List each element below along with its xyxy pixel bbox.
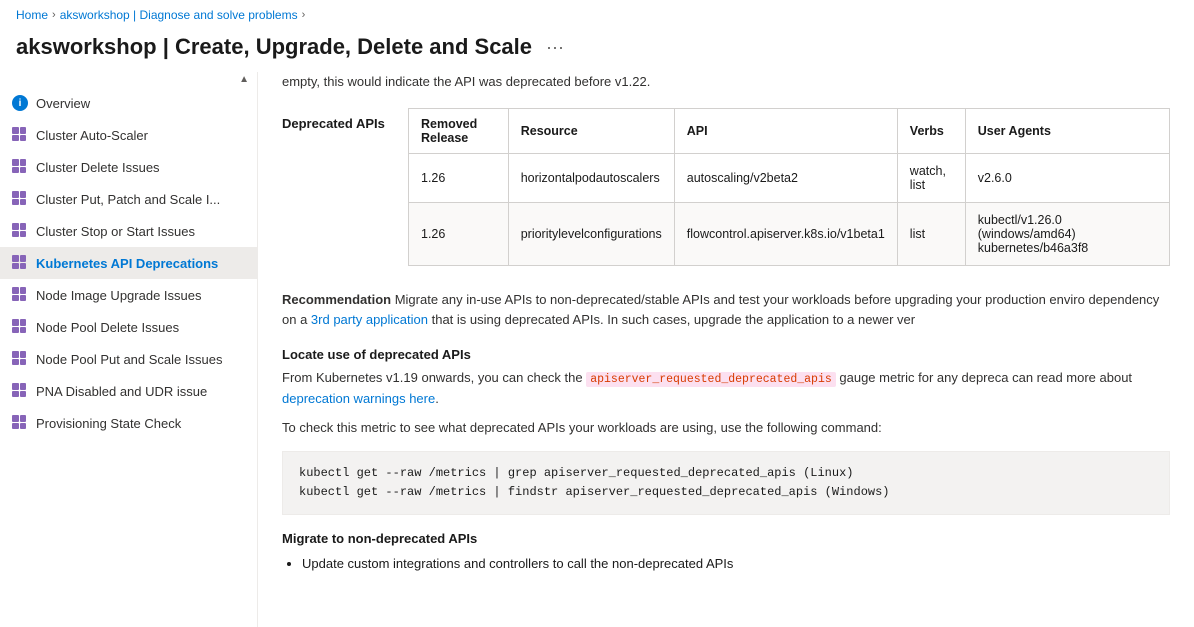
grid-icon-5: [12, 255, 28, 271]
scroll-indicator: ▲: [0, 72, 257, 87]
deprecated-apis-table: Removed Release Resource API Verbs User …: [408, 108, 1170, 266]
content-area: empty, this would indicate the API was d…: [258, 72, 1194, 627]
table-header-removed-release: Removed Release: [409, 108, 509, 153]
grid-icon-7: [12, 319, 28, 335]
sidebar-item-cluster-stop-start[interactable]: Cluster Stop or Start Issues: [0, 215, 257, 247]
sidebar-item-cluster-delete-issues[interactable]: Cluster Delete Issues: [0, 151, 257, 183]
table-header-user-agents: User Agents: [965, 108, 1169, 153]
migrate-bullet-list: Update custom integrations and controlle…: [302, 554, 1170, 575]
table-header-api: API: [674, 108, 897, 153]
intro-text: empty, this would indicate the API was d…: [282, 72, 1170, 92]
deprecated-apis-label: Deprecated APIs: [282, 108, 392, 266]
table-cell: autoscaling/v2beta2: [674, 153, 897, 202]
third-party-link[interactable]: 3rd party application: [311, 312, 428, 327]
grid-icon-2: [12, 159, 28, 175]
breadcrumb-home[interactable]: Home: [16, 8, 48, 22]
locate-text-1: From Kubernetes v1.19 onwards, you can c…: [282, 370, 586, 385]
grid-icon-8: [12, 351, 28, 367]
grid-icon-1: [12, 127, 28, 143]
sidebar-item-node-pool-delete[interactable]: Node Pool Delete Issues: [0, 311, 257, 343]
migrate-bullet-1: Update custom integrations and controlle…: [302, 554, 1170, 575]
sidebar-item-label: Cluster Put, Patch and Scale I...: [36, 192, 220, 207]
deprecation-warnings-link[interactable]: deprecation warnings here: [282, 391, 435, 406]
table-cell: watch, list: [897, 153, 965, 202]
grid-icon-3: [12, 191, 28, 207]
grid-icon-9: [12, 383, 28, 399]
scroll-up-button[interactable]: ▲: [239, 74, 249, 85]
sidebar-item-label: PNA Disabled and UDR issue: [36, 384, 207, 399]
sidebar-item-cluster-put-patch[interactable]: Cluster Put, Patch and Scale I...: [0, 183, 257, 215]
main-layout: ▲ i Overview Cluster Auto-Scaler Cluster…: [0, 72, 1194, 627]
sidebar-item-label: Provisioning State Check: [36, 416, 181, 431]
grid-icon-6: [12, 287, 28, 303]
code-line-2: kubectl get --raw /metrics | findstr api…: [299, 483, 1153, 502]
table-cell: v2.6.0: [965, 153, 1169, 202]
sidebar-item-label: Cluster Auto-Scaler: [36, 128, 148, 143]
breadcrumb: Home › aksworkshop | Diagnose and solve …: [0, 0, 1194, 30]
grid-icon-4: [12, 223, 28, 239]
deprecated-apis-section: Deprecated APIs Removed Release Resource…: [282, 108, 1170, 266]
breadcrumb-parent[interactable]: aksworkshop | Diagnose and solve problem…: [60, 8, 298, 22]
sidebar-item-overview[interactable]: i Overview: [0, 87, 257, 119]
locate-heading: Locate use of deprecated APIs: [282, 347, 1170, 362]
page-title: aksworkshop | Create, Upgrade, Delete an…: [16, 34, 532, 60]
sidebar-item-node-image[interactable]: Node Image Upgrade Issues: [0, 279, 257, 311]
locate-inline-code: apiserver_requested_deprecated_apis: [586, 372, 836, 387]
sidebar-item-label: Node Image Upgrade Issues: [36, 288, 201, 303]
sidebar-item-provisioning-state[interactable]: Provisioning State Check: [0, 407, 257, 439]
migrate-heading: Migrate to non-deprecated APIs: [282, 531, 1170, 546]
code-block: kubectl get --raw /metrics | grep apiser…: [282, 451, 1170, 515]
table-row: 1.26prioritylevelconfigurationsflowcontr…: [409, 202, 1170, 265]
grid-icon-10: [12, 415, 28, 431]
table-cell: list: [897, 202, 965, 265]
sidebar-item-node-pool-put-scale[interactable]: Node Pool Put and Scale Issues: [0, 343, 257, 375]
breadcrumb-chevron-1: ›: [52, 9, 56, 21]
table-header-resource: Resource: [508, 108, 674, 153]
recommendation-label: Recommendation: [282, 292, 391, 307]
table-cell: flowcontrol.apiserver.k8s.io/v1beta1: [674, 202, 897, 265]
sidebar-item-label: Cluster Delete Issues: [36, 160, 160, 175]
info-icon: i: [12, 95, 28, 111]
table-cell: 1.26: [409, 153, 509, 202]
table-row: 1.26horizontalpodautoscalersautoscaling/…: [409, 153, 1170, 202]
sidebar-item-kubernetes-api[interactable]: Kubernetes API Deprecations: [0, 247, 257, 279]
code-line-1: kubectl get --raw /metrics | grep apiser…: [299, 464, 1153, 483]
locate-text-4: To check this metric to see what depreca…: [282, 418, 1170, 439]
locate-text-2: gauge metric for any depreca can read mo…: [836, 370, 1132, 385]
sidebar-item-label: Kubernetes API Deprecations: [36, 256, 218, 271]
sidebar-item-label: Cluster Stop or Start Issues: [36, 224, 195, 239]
sidebar-item-label: Node Pool Delete Issues: [36, 320, 179, 335]
sidebar-item-cluster-auto-scaler[interactable]: Cluster Auto-Scaler: [0, 119, 257, 151]
locate-text-3: .: [435, 391, 439, 406]
sidebar: ▲ i Overview Cluster Auto-Scaler Cluster…: [0, 72, 258, 627]
breadcrumb-chevron-2: ›: [302, 9, 306, 21]
sidebar-item-pna-disabled[interactable]: PNA Disabled and UDR issue: [0, 375, 257, 407]
table-cell: prioritylevelconfigurations: [508, 202, 674, 265]
sidebar-item-label: Node Pool Put and Scale Issues: [36, 352, 222, 367]
sidebar-item-label: Overview: [36, 96, 90, 111]
locate-text: From Kubernetes v1.19 onwards, you can c…: [282, 368, 1170, 410]
table-header-verbs: Verbs: [897, 108, 965, 153]
table-cell: horizontalpodautoscalers: [508, 153, 674, 202]
table-cell: kubectl/v1.26.0 (windows/amd64) kubernet…: [965, 202, 1169, 265]
recommendation-text: Migrate any in-use APIs to non-deprecate…: [282, 292, 1159, 328]
ellipsis-button[interactable]: ···: [540, 35, 570, 60]
page-title-bar: aksworkshop | Create, Upgrade, Delete an…: [0, 30, 1194, 72]
recommendation-section: Recommendation Migrate any in-use APIs t…: [282, 290, 1170, 332]
table-cell: 1.26: [409, 202, 509, 265]
